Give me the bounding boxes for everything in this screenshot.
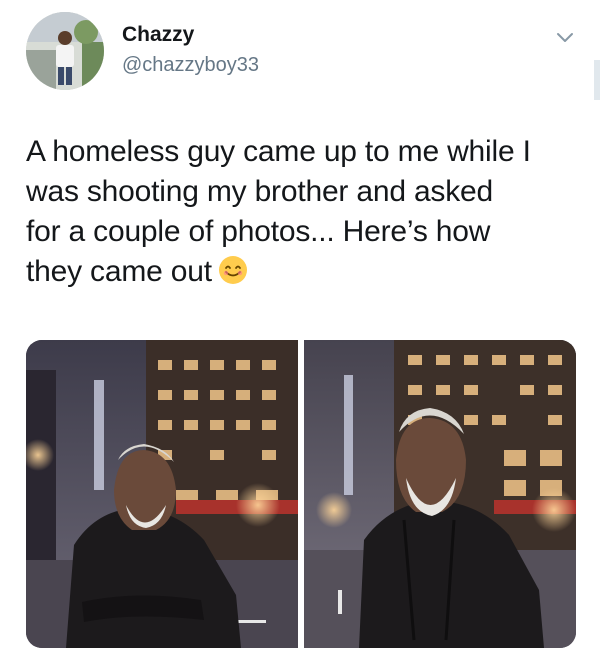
tweet-text-line: was shooting my brother and asked <box>26 175 493 208</box>
avatar-image <box>26 12 104 90</box>
media-grid <box>26 340 576 648</box>
chevron-down-icon[interactable] <box>552 24 578 50</box>
photo-1[interactable] <box>26 340 298 648</box>
scrollbar[interactable] <box>594 60 600 100</box>
display-name[interactable]: Chazzy <box>122 22 259 48</box>
photo-2[interactable] <box>304 340 576 648</box>
user-info[interactable]: Chazzy @chazzyboy33 <box>122 22 259 78</box>
tweet-text-line: for a couple of photos... Here’s how <box>26 215 491 248</box>
tweet-text-line: A homeless guy came up to me while I <box>26 135 531 168</box>
tweet: Chazzy @chazzyboy33 A homeless guy came … <box>0 0 600 657</box>
smiling-face-icon <box>218 255 248 285</box>
avatar[interactable] <box>26 12 104 90</box>
user-handle[interactable]: @chazzyboy33 <box>122 52 259 78</box>
tweet-text: A homeless guy came up to me while I was… <box>26 132 586 292</box>
tweet-text-line: they came out <box>26 255 212 288</box>
tweet-text-last-line: they came out <box>26 252 586 292</box>
